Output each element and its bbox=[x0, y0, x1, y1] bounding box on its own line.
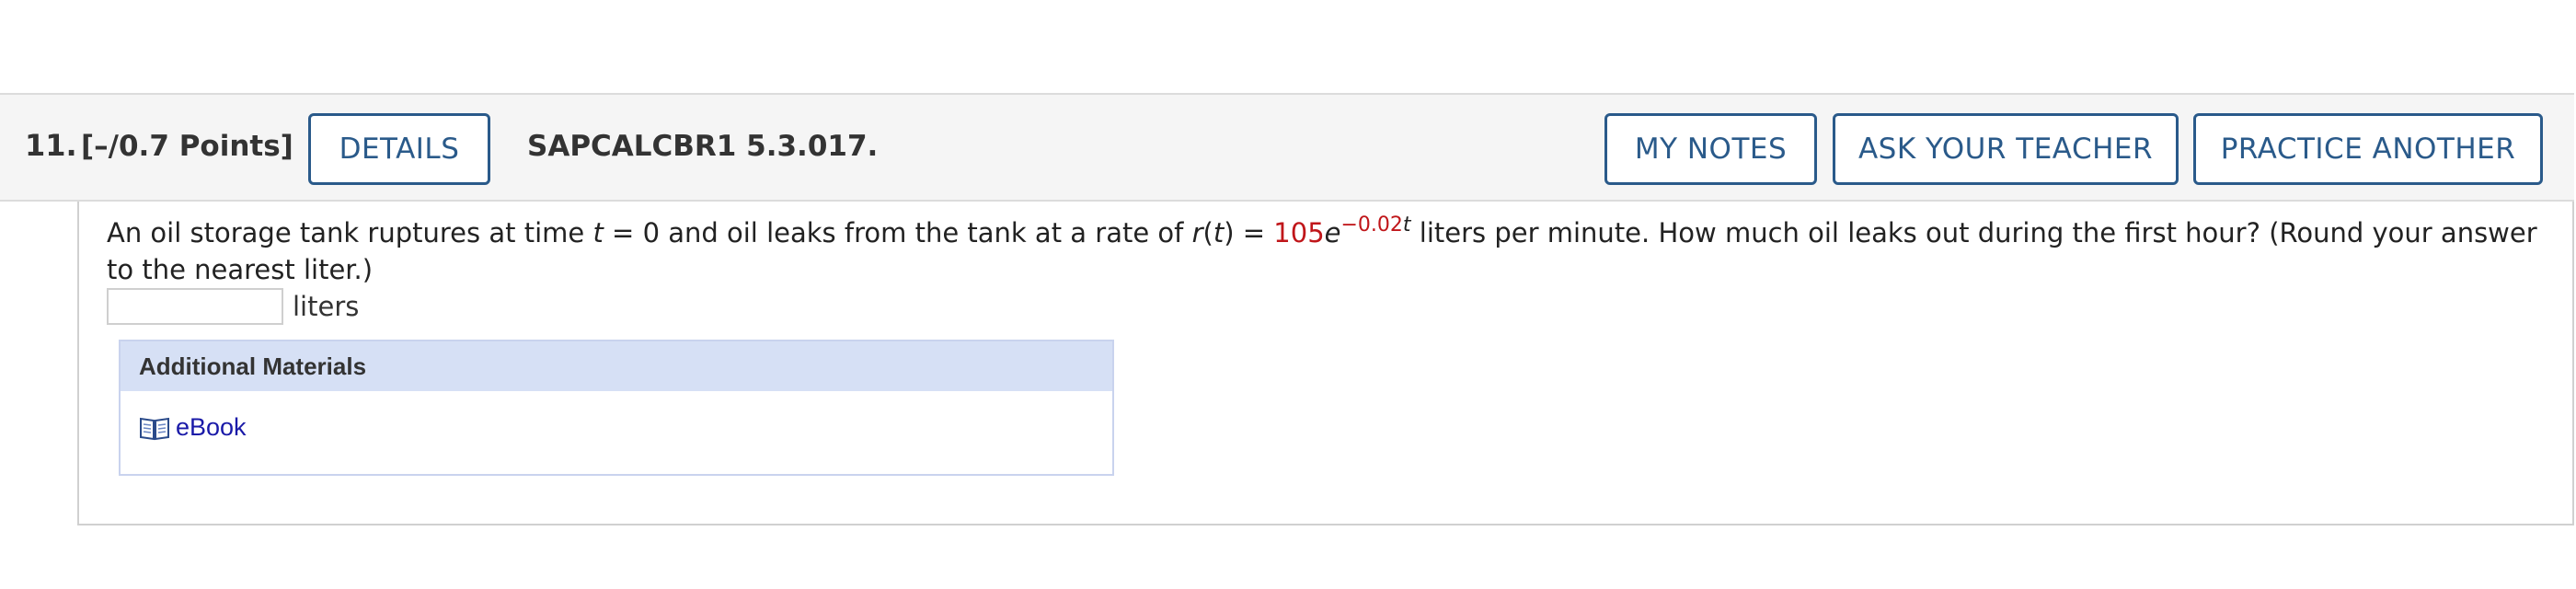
question-number: 11. bbox=[25, 128, 77, 163]
ask-your-teacher-button[interactable]: ASK YOUR TEACHER bbox=[1833, 113, 2179, 185]
question-body: An oil storage tank ruptures at time t =… bbox=[77, 202, 2574, 525]
exponent-number: −0.02 bbox=[1340, 214, 1403, 237]
exponent-variable: t bbox=[1402, 214, 1411, 237]
rate-coefficient: 105 bbox=[1273, 217, 1325, 248]
question-container: 11. [–/0.7 Points] DETAILS SAPCALCBR1 5.… bbox=[0, 93, 2574, 525]
exponential-base: e bbox=[1324, 217, 1341, 248]
answer-unit: liters bbox=[293, 291, 360, 322]
function-r: r bbox=[1191, 217, 1203, 248]
paren-close: ) bbox=[1224, 217, 1235, 248]
question-points: [–/0.7 Points] bbox=[81, 130, 293, 163]
ebook-label: eBook bbox=[176, 413, 247, 441]
ebook-link[interactable]: eBook bbox=[139, 413, 247, 442]
practice-another-button[interactable]: PRACTICE ANOTHER bbox=[2193, 113, 2543, 185]
details-button[interactable]: DETAILS bbox=[308, 113, 490, 185]
additional-materials: Additional Materials eBook bbox=[119, 340, 1114, 476]
book-icon bbox=[140, 417, 169, 440]
exponent: −0.02t bbox=[1341, 214, 1411, 237]
question-header: 11. [–/0.7 Points] DETAILS SAPCALCBR1 5.… bbox=[0, 93, 2574, 202]
function-arg-t: t bbox=[1213, 217, 1225, 248]
answer-input[interactable] bbox=[107, 288, 283, 325]
variable-t: t bbox=[592, 217, 604, 248]
question-code: SAPCALCBR1 5.3.017. bbox=[527, 130, 879, 163]
prompt-text-2: = 0 and oil leaks from the tank at a rat… bbox=[603, 217, 1192, 248]
additional-materials-header: Additional Materials bbox=[121, 341, 1112, 391]
equals-sign: = bbox=[1234, 217, 1274, 248]
paren-open: ( bbox=[1202, 217, 1213, 248]
prompt-text-1: An oil storage tank ruptures at time bbox=[107, 217, 593, 248]
answer-row: liters bbox=[107, 286, 359, 327]
question-prompt: An oil storage tank ruptures at time t =… bbox=[107, 214, 2563, 288]
my-notes-button[interactable]: MY NOTES bbox=[1604, 113, 1817, 185]
